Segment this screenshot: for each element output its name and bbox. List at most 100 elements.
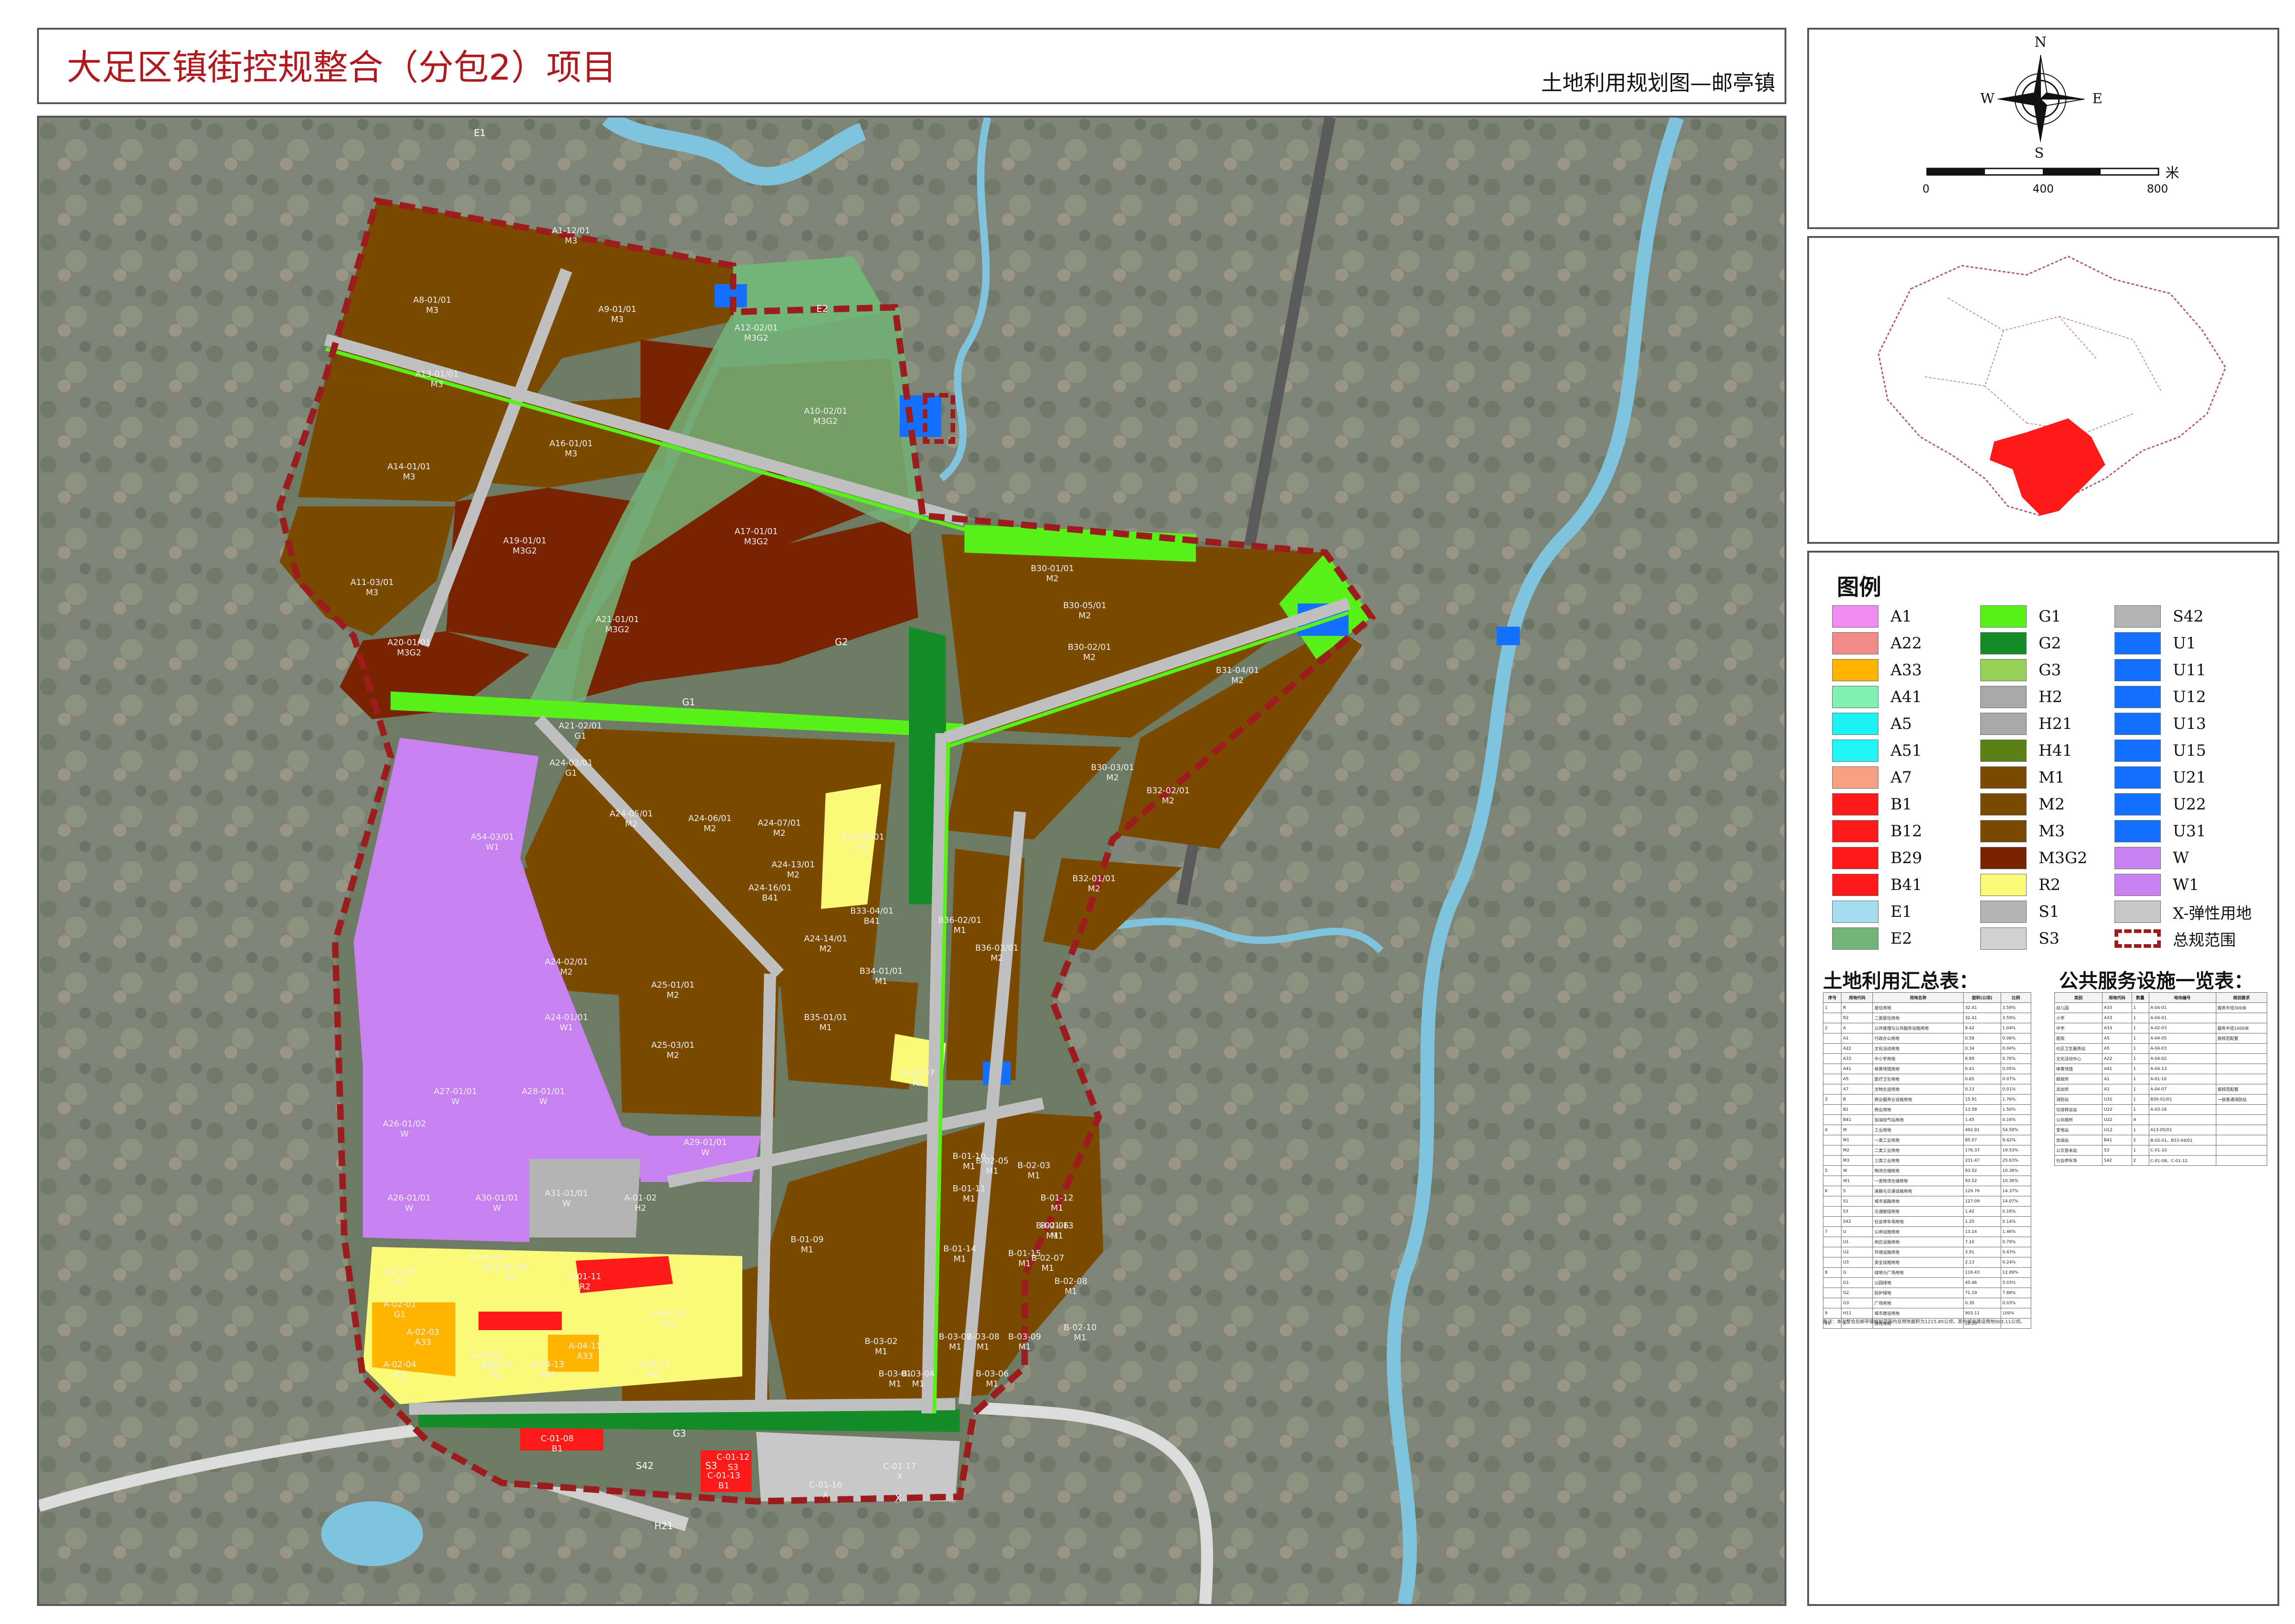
- legend-item-a1: A1: [1832, 604, 1912, 629]
- legend-item-u21: U21: [2115, 765, 2206, 790]
- table-row: 5 W 物流仓储用地 93.52 10.36%: [1822, 1165, 2032, 1176]
- legend-swatch: [1832, 766, 1878, 789]
- parcel-id-label: A25-01/01: [651, 980, 695, 990]
- legend-item-u12: U12: [2115, 684, 2206, 710]
- table-row: G1 公园绿地 45.46 5.03%: [1822, 1277, 2032, 1288]
- table-row: U2 环境设施用地 3.91 0.43%: [1822, 1247, 2032, 1257]
- table-row: A41 体育场馆用地 0.41 0.05%: [1822, 1064, 2032, 1074]
- parcel-id-label: B-03-08: [966, 1332, 999, 1342]
- legend-swatch: [1980, 847, 2027, 869]
- legend-label: U22: [2173, 795, 2206, 814]
- table-header-cell: 面积(公顷): [1963, 992, 2001, 1003]
- map-place-label: E1: [474, 127, 485, 138]
- land-use-map[interactable]: A1-12/01M3A8-01/01M3 A9-01/01M3A10-02/01M…: [39, 118, 1785, 1604]
- map-place-label: X: [895, 1493, 902, 1504]
- table-header-cell: 地块编号: [2148, 992, 2216, 1003]
- parcel-a-b1-commercial[interactable]: [479, 1312, 562, 1330]
- legend-label: E2: [1891, 929, 1912, 948]
- parcel-id-label: A-01-02: [624, 1193, 657, 1203]
- legend-label: W: [2173, 849, 2189, 867]
- legend-swatch: [1832, 713, 1878, 735]
- table-row: S42 社会停车场用地 1.25 0.14%: [1822, 1216, 2032, 1227]
- parcel-code-label: M1: [1046, 1231, 1059, 1241]
- legend-label: U12: [2173, 688, 2206, 706]
- legend-swatch: [1832, 793, 1878, 815]
- legend-label: H2: [2039, 688, 2063, 706]
- parcel-c-x-elastic[interactable]: [756, 1432, 960, 1501]
- table-row: 文化活动中心 A22 1 A-04-02: [2054, 1053, 2268, 1064]
- table-row: W1 一类物流仓储用地 93.52 10.36%: [1822, 1176, 2032, 1186]
- parcel-id-label: A54-03/01: [471, 832, 514, 842]
- legend-label: M3: [2039, 822, 2065, 840]
- parcel-id-label: A24-16/01: [748, 883, 792, 893]
- legend-item-m3: M3: [1980, 818, 2065, 844]
- legend-item-u15: U15: [2115, 738, 2206, 764]
- table-row: 社会停车场 S42 2 C-01-08、C-01-12: [2054, 1155, 2268, 1166]
- legend-label: A51: [1891, 741, 1922, 760]
- parcel-u12-north[interactable]: [900, 395, 941, 437]
- legend-item-s42: S42: [2115, 604, 2204, 629]
- legend-label: X-弹性用地: [2173, 904, 2252, 923]
- parcel-code-label: M3G2: [397, 648, 421, 658]
- table-header-cell: 用地名称: [1872, 992, 1964, 1003]
- legend-swatch: [1832, 659, 1878, 681]
- parcel-code-label: M1: [977, 1342, 989, 1352]
- parcel-code-label: M1: [648, 1370, 661, 1380]
- legend-label: A5: [1891, 715, 1912, 733]
- parcel-id-label: A26-01/02: [383, 1119, 426, 1129]
- parcel-id-label: A25-03/01: [651, 1040, 695, 1050]
- legend-item-g1: G1: [1980, 604, 2061, 629]
- parcel-code-label: W: [539, 1097, 547, 1107]
- legend-item-a51: A51: [1832, 738, 1922, 764]
- parcel-id-label: C-01-17: [883, 1462, 916, 1471]
- parcel-code-label: W: [701, 1148, 709, 1157]
- table-row: 医院 A5 1 A-04-05 按规范配置: [2054, 1033, 2268, 1044]
- table-row: 变电站 U12 1 A13-05/01: [2054, 1125, 2268, 1135]
- table-row: A1 行政办公用地 0.58 0.06%: [1822, 1033, 2032, 1044]
- parcel-code-label: W: [493, 1203, 501, 1213]
- parcel-id-label: B-02-10: [1064, 1323, 1096, 1332]
- parcel-u-outlier[interactable]: [1497, 627, 1520, 645]
- parcel-id-label: B-02-06: [1036, 1221, 1069, 1231]
- parcel-code-label: M3G2: [744, 537, 768, 547]
- legend-item-u1: U1: [2115, 630, 2196, 656]
- parcel-a25-m2[interactable]: [617, 941, 779, 1117]
- parcel-id-label: A-01-07: [384, 1267, 417, 1277]
- legend-label: B41: [1891, 876, 1922, 894]
- legend-swatch: [2115, 793, 2161, 815]
- legend-swatch: [1832, 686, 1878, 708]
- legend-swatch: [1832, 632, 1878, 654]
- parcel-id-label: A24-01/01: [545, 1013, 588, 1022]
- parcel-code-label: X: [897, 1472, 902, 1481]
- table-row: A22 文化活动用地 0.34 0.04%: [1822, 1043, 2032, 1054]
- legend-swatch: [1980, 713, 2027, 735]
- table-row: U1 供应设施用地 7.10 0.79%: [1822, 1237, 2032, 1247]
- table-header-cell: 用地代码: [1841, 992, 1873, 1003]
- parcel-code-label: M3G2: [605, 625, 629, 635]
- legend-item-s1: S1: [1980, 899, 2059, 925]
- parcel-id-label: A24-06/01: [688, 814, 732, 823]
- facility-table-title: 公共服务设施一览表：: [2059, 970, 2254, 992]
- legend-item-m1: M1: [1980, 765, 2065, 790]
- legend-swatch: [1980, 766, 2027, 789]
- map-viewport[interactable]: A1-12/01 M3 A8-01/01 M3 A9-01/01 M3 A10-02/01 M…: [37, 116, 1786, 1606]
- parcel-id-label: A9-01/01: [598, 305, 636, 314]
- legend-label: U1: [2173, 634, 2196, 653]
- parcel-code-label: M1: [801, 1245, 814, 1255]
- parcel-id-label: B31-04/01: [1216, 666, 1259, 675]
- parcel-code-label: X: [823, 1490, 828, 1500]
- land-table-note: 备注：本次整合后邮亭镇规划范围内总用地面积为1215.85公顷，其中城市建设用地…: [1823, 1319, 2025, 1325]
- map-place-label: G1: [682, 697, 695, 708]
- legend-swatch: [1832, 847, 1878, 869]
- scale-tick-0: 0: [1922, 182, 1930, 195]
- parcel-id-label: A16-01/01: [549, 439, 593, 448]
- parcel-code-label: M1: [986, 1166, 999, 1176]
- parcel-code-label: M2: [1088, 884, 1101, 894]
- parcel-id-label: B34-01/01: [859, 966, 903, 976]
- table-header-cell: 规划要求: [2215, 992, 2268, 1003]
- parcel-code-label: B1: [718, 1481, 729, 1491]
- parcel-code-label: M1: [1019, 1342, 1031, 1352]
- legend-swatch: [2115, 605, 2161, 628]
- legend-swatch: [2115, 929, 2161, 948]
- legend-item-b1: B1: [1832, 791, 1912, 817]
